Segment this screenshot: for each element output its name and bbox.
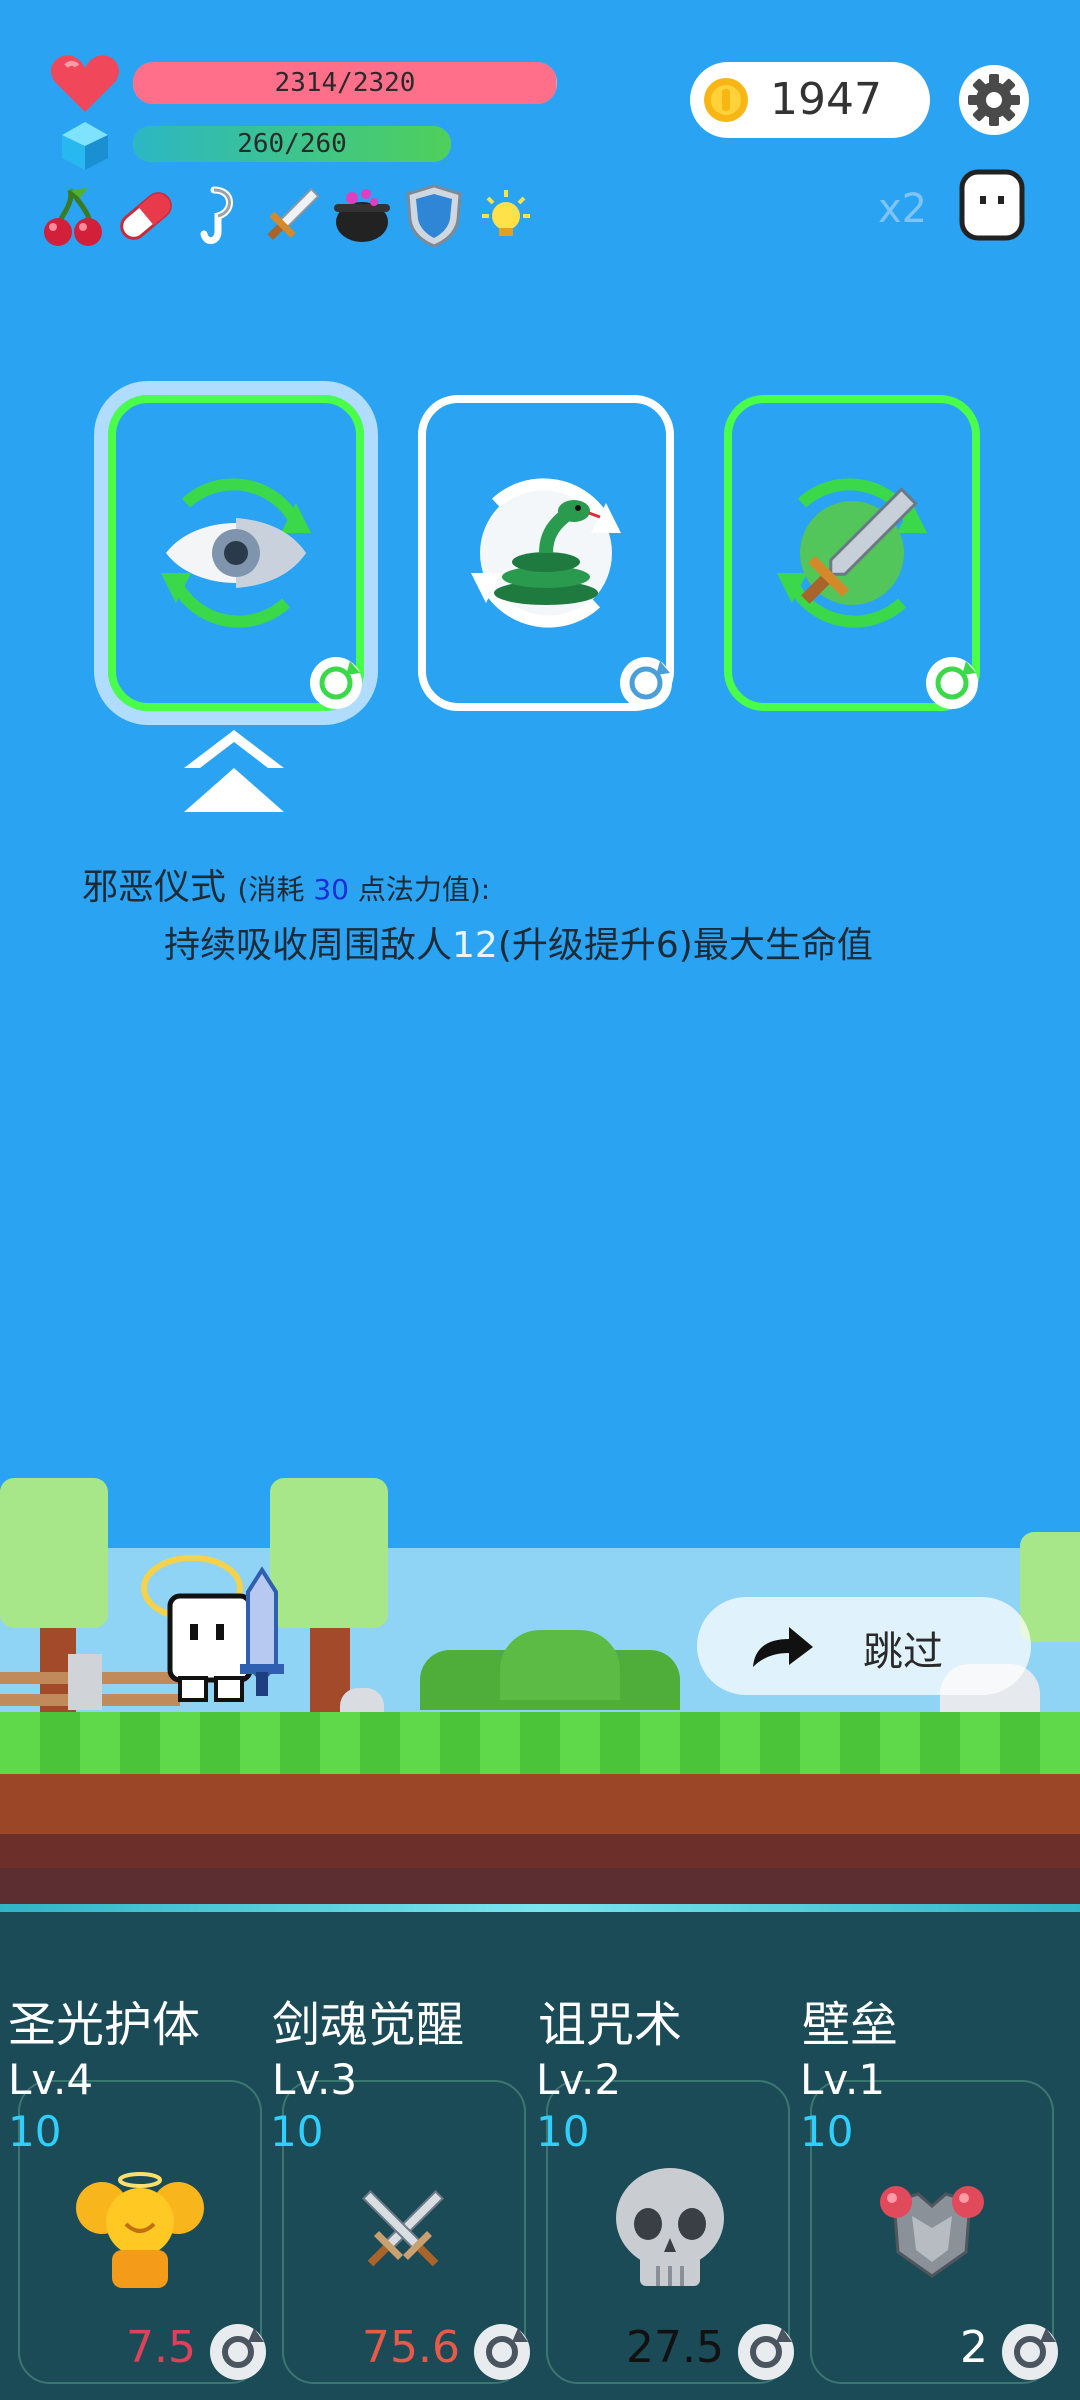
cost-prefix: (消耗 [237,873,305,906]
panel-water-edge [0,1904,1080,1912]
armor-icon [880,2186,984,2278]
skill-value: 7.5 [126,2322,196,2373]
desc-value: 12 [452,925,498,966]
heart-icon [51,55,119,112]
hp-text: 2314/2320 [274,68,416,98]
bush [500,1630,620,1700]
skill-name-label: 诅咒术 [538,1997,683,2053]
cauldron-icon [334,189,390,242]
shield-icon [406,184,462,248]
speed-label[interactable]: x2 [878,186,927,232]
dirt [0,1774,1080,1834]
reroll-icon[interactable] [470,2320,534,2384]
hook-icon [200,186,233,244]
skill-value: 27.5 [626,2322,724,2373]
skill-level: Lv.3 [272,2055,358,2104]
skill-name-label: 圣光护体 [8,1997,201,2053]
settings-gear-icon[interactable] [958,64,1030,136]
skill-name-label: 剑魂觉醒 [272,1997,465,2053]
skill-name-label: 壁垒 [802,1997,899,2053]
skip-label: 跳过 [863,1629,943,1675]
pill-icon [120,192,172,240]
hp-bar: 2314/2320 [133,62,557,104]
tree-canopy [1020,1532,1080,1642]
skill-description: 邪恶仪式 (消耗 30 点法力值): 持续吸收周围敌人12(升级提升6)最大生命… [82,858,1042,968]
snake-icon [471,478,621,628]
mana-crystal-icon [62,122,108,170]
skill-level: Lv.2 [536,2055,622,2104]
cost-suffix: 点法力值): [357,873,491,906]
ghost-speed-icon[interactable] [958,168,1026,242]
coin-count: 1947 [770,74,882,125]
grass [0,1712,1080,1774]
skill-value: 2 [960,2322,988,2373]
cost-value: 30 [313,873,349,906]
skill-level: Lv.4 [8,2055,94,2104]
mp-bar: 260/260 [133,126,451,162]
coin-counter: 1947 [690,62,930,138]
skull-icon [616,2168,724,2286]
reroll-icon[interactable] [306,653,366,713]
sword-icon [777,478,927,628]
skill-name: 邪恶仪式 [82,867,227,908]
gravestone [68,1654,102,1710]
reroll-icon[interactable] [206,2320,270,2384]
skill-cost: 10 [536,2107,590,2156]
skill-cost: 10 [8,2107,62,2156]
cherries-icon [44,188,102,246]
desc-suffix: (升级提升6)最大生命值 [497,925,873,966]
reroll-icon[interactable] [616,653,676,713]
reroll-icon[interactable] [998,2320,1062,2384]
skill-value: 75.6 [362,2322,460,2373]
skip-button[interactable]: 跳过 [697,1597,1031,1695]
hero-character [141,1555,284,1702]
lightbulb-icon [482,190,530,236]
skill-cost: 10 [800,2107,854,2156]
selection-arrow-icon [184,730,284,812]
dirt-base [0,1868,1080,1904]
skill-card-eye[interactable] [108,395,364,711]
coin-icon [704,78,748,122]
eye-icon [161,478,311,628]
forward-arrow-icon [753,1627,813,1667]
skill-card-snake[interactable] [418,395,674,711]
skill-level: Lv.1 [800,2055,886,2104]
reroll-icon[interactable] [922,653,982,713]
tree-canopy [0,1478,108,1628]
skill-cost: 10 [270,2107,324,2156]
sword-icon [267,187,320,241]
reroll-icon[interactable] [734,2320,798,2384]
mp-text: 260/260 [237,129,347,159]
angel-icon [76,2172,204,2288]
crossed-swords-icon [361,2189,445,2267]
rock [340,1688,384,1714]
desc-prefix: 持续吸收周围敌人 [164,925,453,966]
skill-card-sword[interactable] [724,395,980,711]
